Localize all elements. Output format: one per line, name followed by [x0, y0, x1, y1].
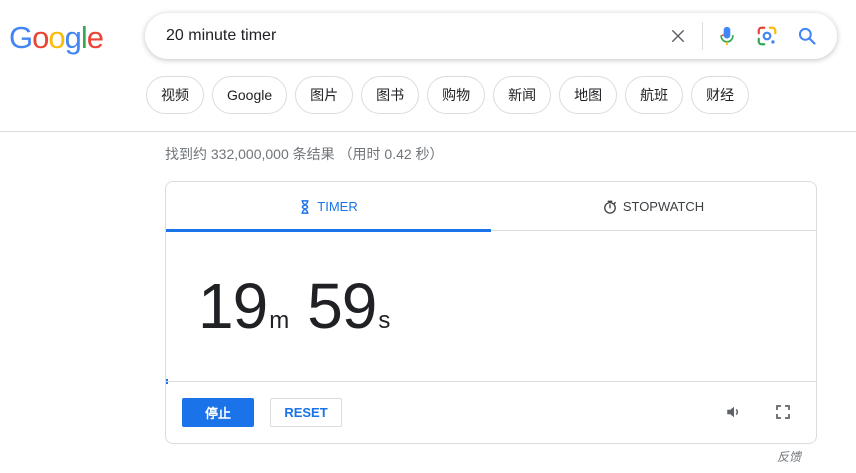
- timer-display[interactable]: 19 m 59 s: [198, 274, 408, 338]
- reset-button[interactable]: RESET: [270, 398, 342, 427]
- chip-maps[interactable]: 地图: [559, 76, 618, 114]
- hourglass-icon: [301, 199, 309, 214]
- timer-card: TIMER STOPWATCH 19 m 59 s 停止 RESET: [165, 181, 817, 444]
- clear-button[interactable]: [658, 13, 698, 59]
- google-lens-icon: [757, 26, 777, 46]
- search-box[interactable]: 20 minute timer: [145, 13, 837, 59]
- close-icon: [672, 30, 684, 42]
- fullscreen-icon: [776, 405, 790, 419]
- search-icon: [798, 27, 816, 45]
- chip-images[interactable]: 图片: [295, 76, 354, 114]
- search-input[interactable]: 20 minute timer: [166, 26, 276, 46]
- tab-stopwatch-label: STOPWATCH: [622, 199, 705, 214]
- feedback-link[interactable]: 反馈: [777, 448, 801, 465]
- timer-seconds: 59: [307, 270, 377, 342]
- sound-button[interactable]: [720, 398, 748, 426]
- logo-letter: o: [48, 20, 65, 55]
- chip-shopping[interactable]: 购物: [427, 76, 486, 114]
- fullscreen-button[interactable]: [769, 398, 797, 426]
- tab-timer[interactable]: TIMER: [166, 182, 491, 232]
- search-button[interactable]: [787, 13, 827, 59]
- result-stats: 找到约 332,000,000 条结果 （用时 0.42 秒）: [165, 146, 444, 162]
- tab-timer-label: TIMER: [317, 199, 358, 214]
- logo-letter: e: [86, 20, 104, 55]
- logo-letter: g: [64, 20, 82, 55]
- tab-stopwatch[interactable]: STOPWATCH: [491, 182, 816, 231]
- volume-icon: [727, 406, 739, 418]
- search-filter-chips: 视频 Google 图片 图书 购物 新闻 地图 航班 财经: [146, 76, 750, 114]
- chip-books[interactable]: 图书: [361, 76, 420, 114]
- chip-flights[interactable]: 航班: [625, 76, 684, 114]
- chip-google[interactable]: Google: [212, 76, 288, 114]
- logo-letter: o: [32, 20, 49, 55]
- stop-button[interactable]: 停止: [182, 398, 254, 427]
- chip-videos[interactable]: 视频: [146, 76, 204, 114]
- chip-news[interactable]: 新闻: [493, 76, 552, 114]
- voice-search-button[interactable]: [707, 13, 747, 59]
- timer-tabs: TIMER STOPWATCH: [166, 182, 816, 232]
- lens-search-button[interactable]: [747, 13, 787, 59]
- stopwatch-icon: [603, 200, 616, 214]
- timer-controls-divider: [166, 381, 816, 382]
- microphone-icon: [720, 26, 734, 46]
- timer-minutes: 19: [198, 270, 268, 342]
- search-actions: [658, 13, 837, 59]
- header-divider: [0, 131, 856, 132]
- timer-seconds-unit: s: [378, 307, 391, 334]
- chip-finance[interactable]: 财经: [691, 76, 750, 114]
- search-divider: [702, 22, 703, 50]
- google-logo[interactable]: Google: [9, 18, 104, 58]
- logo-letter: G: [9, 20, 33, 55]
- timer-minutes-unit: m: [269, 307, 290, 334]
